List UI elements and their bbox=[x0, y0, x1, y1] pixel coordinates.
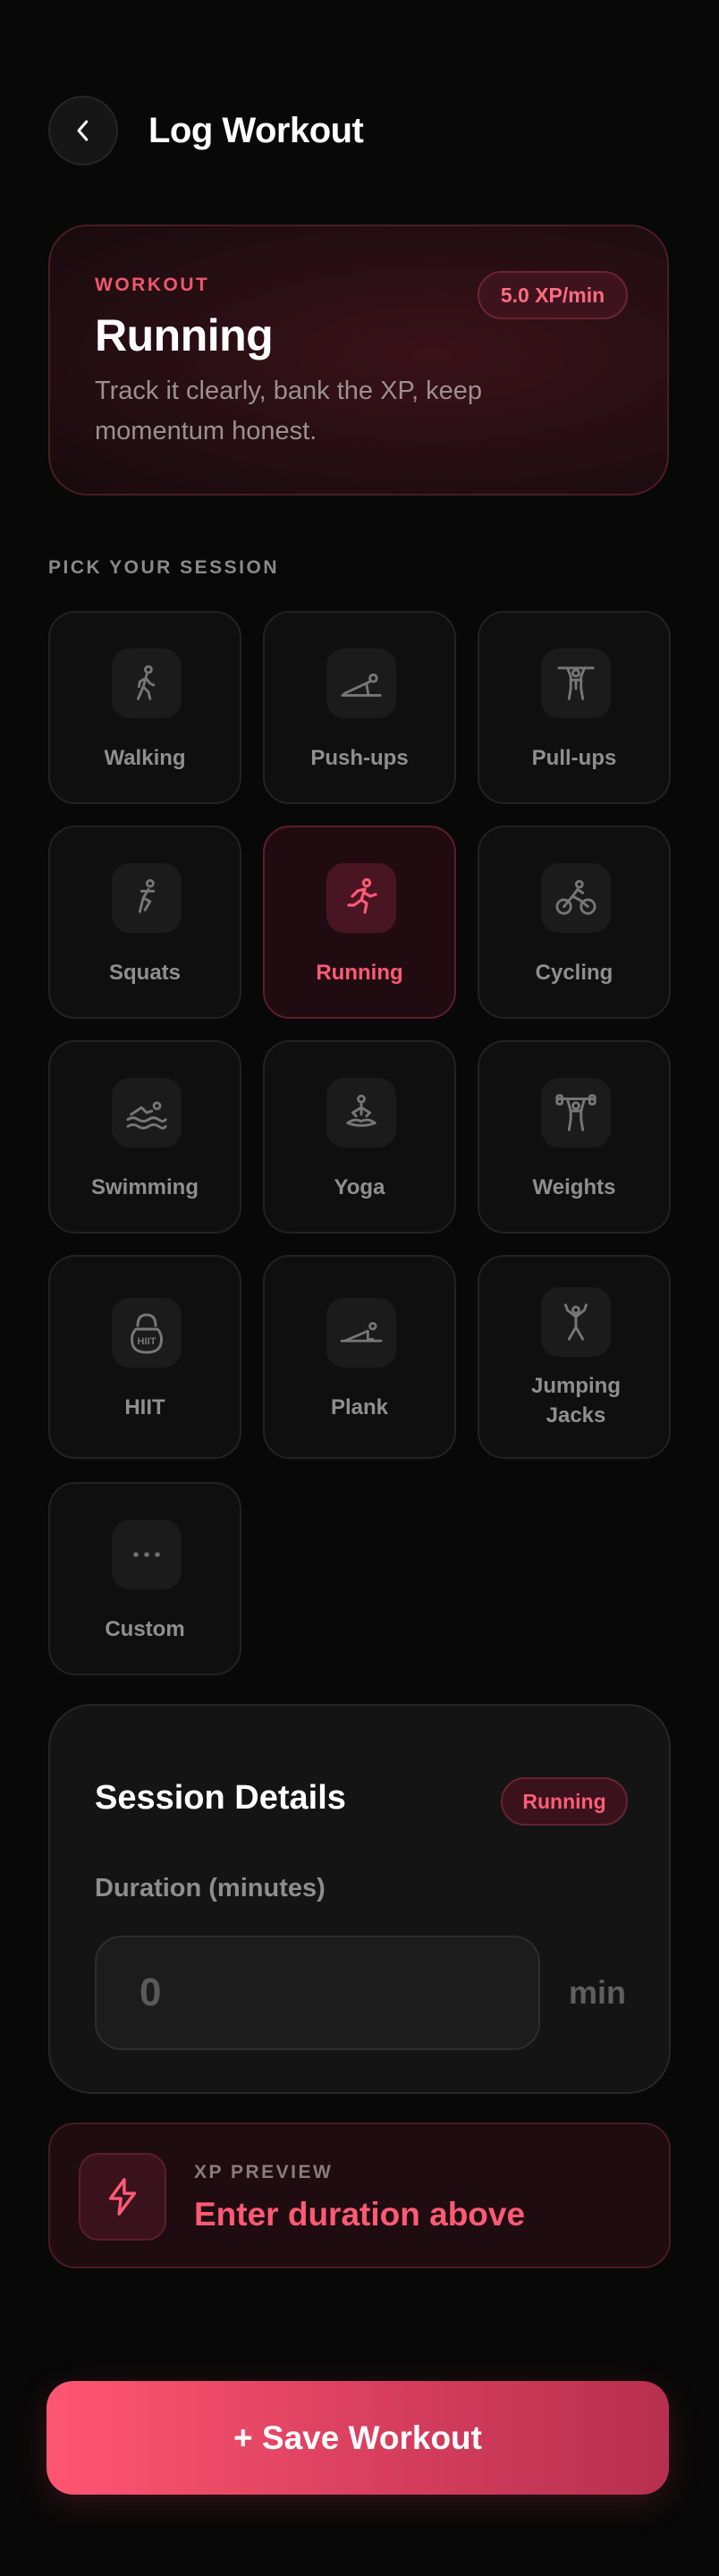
squat-icon bbox=[112, 863, 182, 933]
session-details-card: Session Details Running Duration (minute… bbox=[48, 1704, 671, 2094]
workout-hero-card: WORKOUT Running Track it clearly, bank t… bbox=[48, 225, 669, 496]
session-tile-label: Yoga bbox=[334, 1175, 385, 1199]
session-tile-label: Pull-ups bbox=[531, 746, 617, 770]
cycling-icon bbox=[541, 863, 611, 933]
session-tile-walking[interactable]: Walking bbox=[48, 611, 241, 804]
session-tile-label: Running bbox=[316, 961, 403, 985]
session-tile-label: HIIT bbox=[124, 1395, 165, 1419]
hero-subtitle: Track it clearly, bank the XP, keep mome… bbox=[95, 377, 483, 445]
kettlebell-icon: HIIT bbox=[112, 1298, 182, 1368]
xp-rate-badge: 5.0 XP/min bbox=[478, 271, 628, 319]
running-icon bbox=[326, 863, 396, 933]
more-icon bbox=[112, 1520, 182, 1589]
session-tile-label: Custom bbox=[105, 1617, 185, 1641]
session-tile-push-ups[interactable]: Push-ups bbox=[263, 611, 456, 804]
walking-icon bbox=[112, 648, 182, 718]
session-tile-label: Squats bbox=[108, 961, 181, 985]
svg-text:HIIT: HIIT bbox=[137, 1336, 156, 1347]
xp-preview-value: Enter duration above bbox=[194, 2196, 526, 2233]
swimming-icon bbox=[112, 1078, 182, 1148]
save-workout-button[interactable]: + Save Workout bbox=[47, 2381, 669, 2495]
session-tile-squats[interactable]: Squats bbox=[48, 826, 241, 1019]
session-tile-label: Walking bbox=[104, 746, 186, 770]
session-tile-hiit[interactable]: HIIT HIIT bbox=[48, 1255, 241, 1459]
pull-up-icon bbox=[541, 648, 611, 718]
duration-unit: min bbox=[569, 1974, 627, 2011]
plank-icon bbox=[326, 1298, 396, 1368]
session-tile-running[interactable]: Running bbox=[263, 826, 456, 1019]
session-tile-label: Plank bbox=[330, 1395, 389, 1419]
session-tile-plank[interactable]: Plank bbox=[263, 1255, 456, 1459]
weights-icon bbox=[541, 1078, 611, 1148]
hero-workout-title: Running bbox=[95, 310, 274, 360]
session-picker-label: PICK YOUR SESSION bbox=[48, 557, 279, 578]
duration-label: Duration (minutes) bbox=[95, 1874, 326, 1902]
session-tile-label: Jumping Jacks bbox=[531, 1374, 621, 1428]
chevron-left-icon bbox=[70, 117, 97, 144]
push-up-icon bbox=[326, 648, 396, 718]
jumping-jacks-icon bbox=[541, 1287, 611, 1357]
xp-preview-card: XP PREVIEW Enter duration above bbox=[48, 2123, 671, 2268]
session-tile-pull-ups[interactable]: Pull-ups bbox=[478, 611, 671, 804]
session-tile-cycling[interactable]: Cycling bbox=[478, 826, 671, 1019]
yoga-icon bbox=[326, 1078, 396, 1148]
session-tile-weights[interactable]: Weights bbox=[478, 1040, 671, 1233]
back-button[interactable] bbox=[48, 96, 118, 165]
lightning-bolt-icon bbox=[79, 2153, 166, 2241]
xp-preview-label: XP PREVIEW bbox=[194, 2162, 334, 2182]
page-title: Log Workout bbox=[148, 111, 364, 150]
session-tile-jumping-jacks[interactable]: Jumping Jacks bbox=[478, 1255, 671, 1459]
session-tile-label: Swimming bbox=[90, 1175, 199, 1199]
session-tile-label: Weights bbox=[532, 1175, 616, 1199]
session-tile-yoga[interactable]: Yoga bbox=[263, 1040, 456, 1233]
hero-eyebrow: WORKOUT bbox=[95, 275, 210, 295]
session-tile-swimming[interactable]: Swimming bbox=[48, 1040, 241, 1233]
session-tile-custom[interactable]: Custom bbox=[48, 1482, 241, 1675]
session-details-title: Session Details bbox=[95, 1779, 346, 1817]
session-tile-label: Push-ups bbox=[310, 746, 409, 770]
selected-session-badge: Running bbox=[501, 1777, 628, 1826]
session-tile-label: Cycling bbox=[535, 961, 613, 985]
duration-input[interactable] bbox=[95, 1936, 540, 2050]
